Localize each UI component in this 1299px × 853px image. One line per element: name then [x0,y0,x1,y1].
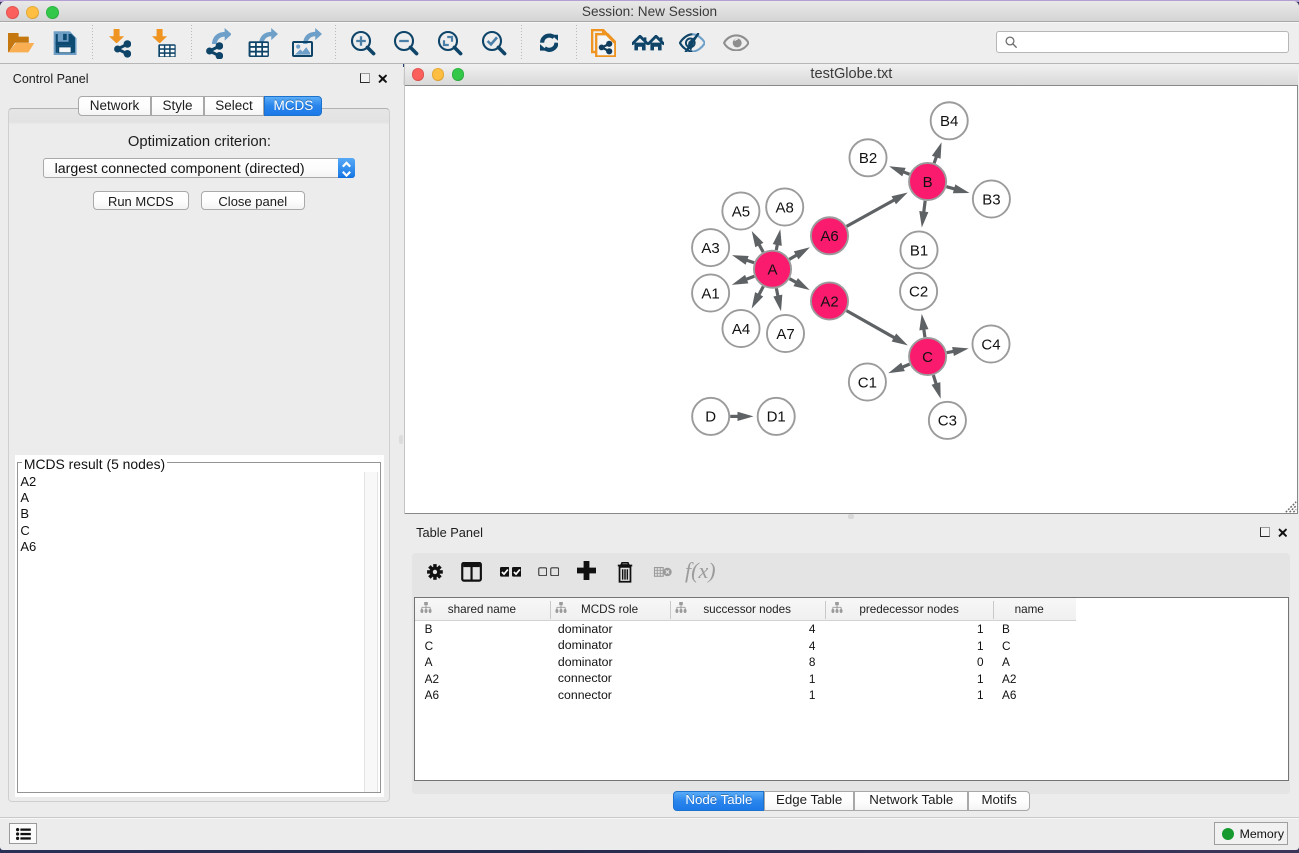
svg-text:B1: B1 [910,242,928,259]
svg-text:C2: C2 [909,284,928,301]
svg-text:A8: A8 [776,199,794,216]
svg-text:C3: C3 [938,413,957,430]
svg-text:B: B [923,174,933,191]
svg-text:A2: A2 [820,293,838,310]
svg-text:A6: A6 [820,228,838,245]
svg-text:B4: B4 [940,113,958,130]
svg-text:A1: A1 [701,285,719,302]
svg-text:A3: A3 [701,240,719,257]
svg-text:A7: A7 [776,326,794,343]
svg-text:C: C [922,349,933,366]
svg-text:C1: C1 [858,374,877,391]
svg-text:A: A [767,262,777,279]
svg-text:D1: D1 [767,409,786,426]
svg-text:A5: A5 [732,203,750,220]
svg-text:C4: C4 [981,336,1000,353]
svg-text:B3: B3 [982,191,1000,208]
svg-text:A4: A4 [732,321,750,338]
svg-text:D: D [705,409,716,426]
svg-text:B2: B2 [859,150,877,167]
